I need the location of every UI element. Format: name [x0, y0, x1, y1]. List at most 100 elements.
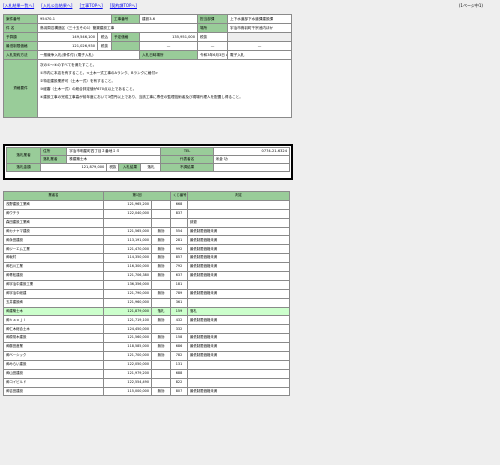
invalid-flag	[150, 359, 172, 370]
invalid-flag	[150, 279, 172, 290]
table-header: 業者名 第1回 くじ番号 判定	[3, 191, 291, 201]
table-row: ㈱カナヤマ建設 121,565,000 無効 554 最低制限価格未満	[3, 226, 291, 237]
company-name: 五井建設㈱	[3, 297, 104, 308]
bid-amount: 124,450,000	[103, 324, 152, 335]
table-row: ㈱コイビルド 122,554,490 822	[3, 377, 291, 388]
lot-number: 159	[170, 306, 189, 317]
qualification-line: ①市内に本店を有すること。<土木一式工事のAランク、Bランクに格付>	[40, 71, 159, 75]
page-indicator: (1ページ中1)	[458, 3, 483, 8]
judgement: 最低制限価格未満	[187, 342, 291, 353]
contract-method: 一般競争入札(条件付) (電子入札)	[36, 50, 141, 60]
estimated-price: 135,951,000	[139, 32, 199, 42]
bid-amount: 122,554,490	[103, 377, 152, 388]
company-name: ㈱ベーシック	[3, 351, 104, 361]
table-row: ㈱建築士木 121,879,000 落札 159 落札	[3, 306, 291, 317]
judgement: 最低制限価格未満	[187, 315, 291, 326]
lot-number: 332	[170, 324, 189, 335]
lot-number: 857	[170, 253, 189, 264]
table-row: ㈱ｔａｏｊｉ 121,719,100 無効 432 最低制限価格未満	[3, 315, 291, 326]
table-row: ㈱ジーエム工業 121,470,000 無効 992 最低制限価格未満	[3, 244, 291, 255]
bid-amount: 121,560,000	[103, 333, 152, 344]
label-case-number: 案件番号	[3, 14, 38, 24]
company-name: ㈱永田建設	[3, 235, 104, 246]
bid-amount: 121,470,000	[103, 244, 152, 255]
lot-number: 432	[170, 315, 189, 326]
invalid-flag	[150, 208, 172, 219]
judgement	[187, 359, 291, 370]
lot-number: 782	[170, 351, 189, 361]
company-name: 森田建設工業㈱	[3, 217, 104, 228]
company-name: ㈱石川工業	[3, 262, 104, 273]
lot-number: 158	[170, 333, 189, 344]
table-row: 浅野建設工業㈱ 121,965,200 668	[3, 199, 291, 210]
label-failed-result: 不調結果	[160, 163, 214, 172]
label-tel: TEL	[160, 147, 214, 156]
bid-amount: 114,350,000	[103, 253, 152, 264]
lot-number: 686	[170, 342, 189, 353]
label-budget: 予算額	[3, 32, 38, 42]
label-bid-result: 入札結果	[118, 163, 142, 172]
label-qualifications: 資格要件	[3, 59, 38, 118]
table-row: ㈱宇治中建設工業 136,356,000 181	[3, 279, 291, 290]
label-company-name: 落札業者	[40, 155, 68, 164]
lot-number: 789	[170, 288, 189, 299]
company-name: ㈱青松建設	[3, 271, 104, 281]
table-row: ㈱石川工業 116,300,000 無効 792 最低制限価格未満	[3, 262, 291, 273]
company-name: ㈱ｔａｏｊｉ	[3, 315, 104, 326]
winning-amount-tax: 税抜	[106, 163, 120, 172]
nav-link-works-top[interactable]: [工事TOPへ]	[80, 3, 103, 8]
header-first-round: 第1回	[102, 191, 172, 201]
nav-link-bid-announcement[interactable]: [入札公告結果へ]	[41, 3, 72, 8]
label-minimum-price: 最低制限価格	[3, 41, 38, 51]
invalid-flag	[150, 199, 172, 210]
minimum-price: 121,026,930	[37, 41, 98, 51]
lot-number: 837	[170, 208, 189, 219]
winner-table: 落札業者 住所 宇治市明星町四丁目２番地１４ TEL 0774-21-6324 …	[5, 147, 291, 172]
bid-amount: 121,706,380	[103, 271, 152, 281]
bid-amount: 113,191,000	[103, 235, 152, 246]
label-department: 担当部課	[197, 14, 229, 24]
company-name: ㈱みらい建設	[3, 359, 104, 370]
table-row: ㈱坂村 114,350,000 無効 857 最低制限価格未満	[3, 253, 291, 264]
invalid-flag	[150, 368, 172, 379]
company-name: ㈱ジーエム工業	[3, 244, 104, 255]
lot-number: 992	[170, 244, 189, 255]
lot-number: 281	[170, 235, 189, 246]
bid-amount: 122,050,000	[103, 359, 152, 370]
label-location: 場所	[197, 23, 229, 33]
winner-representative: 米倉 功	[212, 155, 291, 164]
nav-link-bid-results[interactable]: [入札結果一覧へ]	[3, 3, 34, 8]
table-row: ㈱藤田産業 118,585,000 無効 686 最低制限価格未満	[3, 342, 291, 353]
qualification-line: ③経審（土木一式）の総合評定値が670点以上であること。	[40, 87, 137, 91]
judgement	[187, 368, 291, 379]
table-row: ㈱原常木建設 121,560,000 無効 158 最低制限価格未満	[3, 333, 291, 344]
lot-number: 807	[170, 386, 189, 397]
lot-number: 554	[170, 226, 189, 237]
invalid-flag: 無効	[150, 342, 172, 353]
invalid-flag: 無効	[150, 271, 172, 281]
invalid-flag: 無効	[150, 315, 172, 326]
nav-link-contract-top[interactable]: [契約課TOPへ]	[110, 3, 137, 8]
bid-result: 落札	[140, 163, 162, 172]
bid-amount: 121,565,000	[103, 226, 152, 237]
lot-number: 181	[170, 279, 189, 290]
budget-tax: 税込	[96, 32, 113, 42]
judgement: 最低制限価格未満	[187, 351, 291, 361]
qualification-line: ②特定建設業許可（土木一式）を有すること。	[40, 79, 116, 83]
bid-amount: 115,000,000	[103, 386, 152, 397]
judgement	[187, 324, 291, 335]
judgement	[187, 297, 291, 308]
invalid-flag: 無効	[150, 351, 172, 361]
bid-datetime: 令和3年6月3日 AM9時00分	[197, 50, 229, 60]
winner-tel: 0774-21-6324	[212, 147, 291, 156]
empty-value-2: —	[197, 41, 229, 51]
bid-amount: 121,700,000	[103, 351, 152, 361]
judgement: 最低制限価格未満	[187, 288, 291, 299]
department: 上下水道部下水道課建設課	[227, 14, 293, 24]
judgement: 辞退	[187, 217, 291, 228]
company-name: ㈱山田建設	[3, 368, 104, 379]
lot-number: 688	[170, 368, 189, 379]
label-contract-method: 入札契約方法	[3, 50, 38, 60]
table-row: 森田建設工業㈱ 辞退	[3, 217, 291, 228]
judgement	[187, 208, 291, 219]
